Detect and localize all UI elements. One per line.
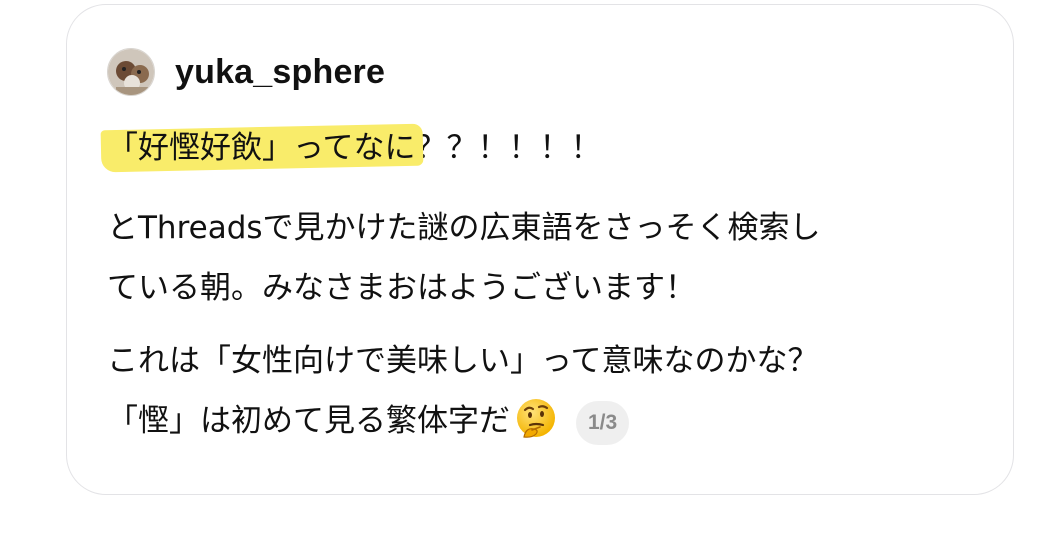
thinking-face-icon (514, 397, 558, 441)
paragraph-2-line-2: ている朝。みなさまおはようございます！ (107, 270, 696, 306)
user-avatar[interactable] (107, 48, 155, 96)
page-counter-badge[interactable]: 1/3 (576, 401, 630, 445)
highlighted-phrase: 「好慳好飲」ってなに (100, 118, 424, 178)
username[interactable]: yuka_sphere (175, 53, 385, 92)
post-paragraph-2: とThreadsで見かけた謎の広東語をさっそく検索し ている朝。みなさまおはよう… (107, 198, 987, 318)
post-title-line: 「好慳好飲」ってなに？？！！！！ (100, 118, 987, 178)
paragraph-3-line-2-text: 「慳」は初めて見る繁体字だ (107, 403, 510, 439)
post-header: yuka_sphere (107, 47, 385, 97)
thread-post-card[interactable]: yuka_sphere 「好慳好飲」ってなに？？！！！！ とThreadsで見か… (66, 4, 1014, 495)
highlighted-text: 「好慳好飲」ってなに (107, 130, 416, 166)
post-paragraph-3: これは「女性向けで美味しい」って意味なのかな？ 「慳」は初めて見る繁体字だ 1/… (107, 331, 987, 451)
paragraph-2-line-1: とThreadsで見かけた謎の広東語をさっそく検索し (107, 210, 821, 246)
paragraph-3-line-1: これは「女性向けで美味しい」って意味なのかな？ (107, 343, 819, 379)
punctuation-text: ？？！！！！ (415, 130, 602, 166)
paragraph-3-line-2: 「慳」は初めて見る繁体字だ 1/3 (107, 391, 987, 451)
